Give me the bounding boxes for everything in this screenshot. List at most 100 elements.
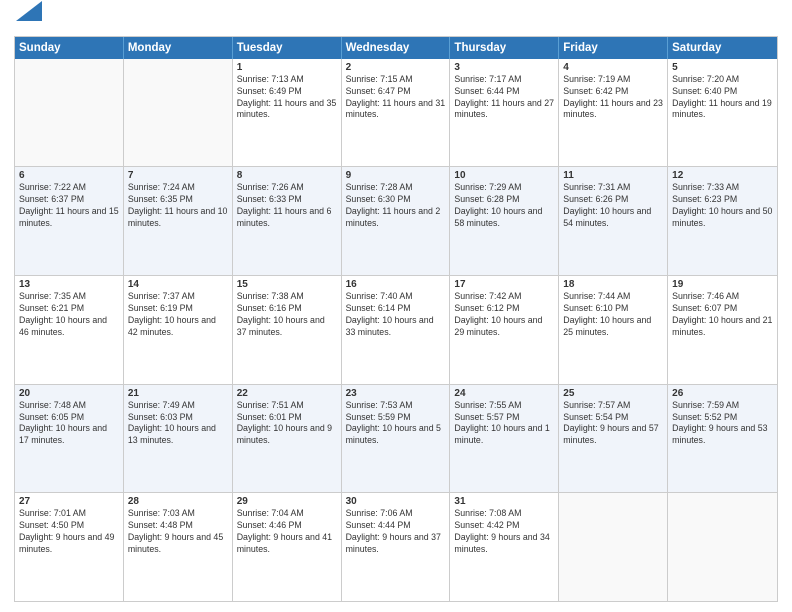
day-header-thursday: Thursday — [450, 37, 559, 59]
sunset-text: Sunset: 5:59 PM — [346, 412, 446, 424]
sunrise-text: Sunrise: 7:55 AM — [454, 400, 554, 412]
daylight-text: Daylight: 10 hours and 21 minutes. — [672, 315, 773, 339]
sunrise-text: Sunrise: 7:24 AM — [128, 182, 228, 194]
sunset-text: Sunset: 6:49 PM — [237, 86, 337, 98]
daylight-text: Daylight: 10 hours and 1 minute. — [454, 423, 554, 447]
daylight-text: Daylight: 10 hours and 33 minutes. — [346, 315, 446, 339]
day-header-monday: Monday — [124, 37, 233, 59]
sunrise-text: Sunrise: 7:08 AM — [454, 508, 554, 520]
day-number: 4 — [563, 62, 663, 73]
sunrise-text: Sunrise: 7:13 AM — [237, 74, 337, 86]
day-number: 20 — [19, 388, 119, 399]
daylight-text: Daylight: 11 hours and 2 minutes. — [346, 206, 446, 230]
day-cell-2: 2Sunrise: 7:15 AMSunset: 6:47 PMDaylight… — [342, 59, 451, 167]
day-number: 27 — [19, 496, 119, 507]
day-cell-11: 11Sunrise: 7:31 AMSunset: 6:26 PMDayligh… — [559, 167, 668, 275]
sunrise-text: Sunrise: 7:49 AM — [128, 400, 228, 412]
sunset-text: Sunset: 6:47 PM — [346, 86, 446, 98]
day-number: 8 — [237, 170, 337, 181]
logo — [14, 10, 42, 30]
daylight-text: Daylight: 10 hours and 46 minutes. — [19, 315, 119, 339]
calendar-row-3: 13Sunrise: 7:35 AMSunset: 6:21 PMDayligh… — [15, 275, 777, 384]
day-cell-29: 29Sunrise: 7:04 AMSunset: 4:46 PMDayligh… — [233, 493, 342, 601]
daylight-text: Daylight: 10 hours and 37 minutes. — [237, 315, 337, 339]
sunset-text: Sunset: 6:23 PM — [672, 194, 773, 206]
day-cell-9: 9Sunrise: 7:28 AMSunset: 6:30 PMDaylight… — [342, 167, 451, 275]
day-cell-17: 17Sunrise: 7:42 AMSunset: 6:12 PMDayligh… — [450, 276, 559, 384]
day-number: 3 — [454, 62, 554, 73]
daylight-text: Daylight: 10 hours and 9 minutes. — [237, 423, 337, 447]
calendar-body: 1Sunrise: 7:13 AMSunset: 6:49 PM Daylight… — [15, 59, 777, 601]
day-cell-3: 3Sunrise: 7:17 AMSunset: 6:44 PMDaylight… — [450, 59, 559, 167]
sunset-text: Sunset: 6:35 PM — [128, 194, 228, 206]
day-number: 2 — [346, 62, 446, 73]
day-cell-1: 1Sunrise: 7:13 AMSunset: 6:49 PMDaylight… — [233, 59, 342, 167]
day-cell-4: 4Sunrise: 7:19 AMSunset: 6:42 PMDaylight… — [559, 59, 668, 167]
daylight-text: Daylight: 9 hours and 57 minutes. — [563, 423, 663, 447]
empty-cell — [668, 493, 777, 601]
day-cell-25: 25Sunrise: 7:57 AMSunset: 5:54 PMDayligh… — [559, 385, 668, 493]
sunset-text: Sunset: 6:28 PM — [454, 194, 554, 206]
day-number: 24 — [454, 388, 554, 399]
sunrise-text: Sunrise: 7:40 AM — [346, 291, 446, 303]
day-cell-12: 12Sunrise: 7:33 AMSunset: 6:23 PMDayligh… — [668, 167, 777, 275]
day-cell-5: 5Sunrise: 7:20 AMSunset: 6:40 PMDaylight… — [668, 59, 777, 167]
day-number: 14 — [128, 279, 228, 290]
sunset-text: Sunset: 5:52 PM — [672, 412, 773, 424]
day-cell-18: 18Sunrise: 7:44 AMSunset: 6:10 PMDayligh… — [559, 276, 668, 384]
day-number: 26 — [672, 388, 773, 399]
day-number: 23 — [346, 388, 446, 399]
day-number: 25 — [563, 388, 663, 399]
sunset-text: Sunset: 6:10 PM — [563, 303, 663, 315]
day-cell-10: 10Sunrise: 7:29 AMSunset: 6:28 PMDayligh… — [450, 167, 559, 275]
sunset-text: Sunset: 6:14 PM — [346, 303, 446, 315]
daylight-text: Daylight: 10 hours and 13 minutes. — [128, 423, 228, 447]
day-cell-13: 13Sunrise: 7:35 AMSunset: 6:21 PMDayligh… — [15, 276, 124, 384]
sunset-text: Sunset: 6:01 PM — [237, 412, 337, 424]
sunset-text: Sunset: 6:05 PM — [19, 412, 119, 424]
day-number: 28 — [128, 496, 228, 507]
empty-cell — [124, 59, 233, 167]
sunset-text: Sunset: 6:33 PM — [237, 194, 337, 206]
day-number: 13 — [19, 279, 119, 290]
sunrise-text: Sunrise: 7:20 AM — [672, 74, 773, 86]
sunrise-text: Sunrise: 7:19 AM — [563, 74, 663, 86]
sunrise-text: Sunrise: 7:51 AM — [237, 400, 337, 412]
sunrise-text: Sunrise: 7:46 AM — [672, 291, 773, 303]
sunset-text: Sunset: 6:16 PM — [237, 303, 337, 315]
day-header-friday: Friday — [559, 37, 668, 59]
day-cell-14: 14Sunrise: 7:37 AMSunset: 6:19 PMDayligh… — [124, 276, 233, 384]
daylight-text: Daylight: 11 hours and 31 minutes. — [346, 98, 446, 122]
daylight-text: Daylight: 10 hours and 25 minutes. — [563, 315, 663, 339]
day-number: 11 — [563, 170, 663, 181]
sunrise-text: Sunrise: 7:03 AM — [128, 508, 228, 520]
day-cell-23: 23Sunrise: 7:53 AMSunset: 5:59 PMDayligh… — [342, 385, 451, 493]
page: SundayMondayTuesdayWednesdayThursdayFrid… — [0, 0, 792, 612]
sunrise-text: Sunrise: 7:59 AM — [672, 400, 773, 412]
daylight-text: Daylight: 10 hours and 54 minutes. — [563, 206, 663, 230]
calendar-header: SundayMondayTuesdayWednesdayThursdayFrid… — [15, 37, 777, 59]
sunset-text: Sunset: 6:19 PM — [128, 303, 228, 315]
daylight-text: Daylight: 11 hours and 19 minutes. — [672, 98, 773, 122]
sunset-text: Sunset: 4:42 PM — [454, 520, 554, 532]
sunset-text: Sunset: 6:40 PM — [672, 86, 773, 98]
sunrise-text: Sunrise: 7:42 AM — [454, 291, 554, 303]
sunset-text: Sunset: 6:44 PM — [454, 86, 554, 98]
calendar-row-4: 20Sunrise: 7:48 AMSunset: 6:05 PMDayligh… — [15, 384, 777, 493]
day-cell-20: 20Sunrise: 7:48 AMSunset: 6:05 PMDayligh… — [15, 385, 124, 493]
daylight-text: Daylight: 11 hours and 15 minutes. — [19, 206, 119, 230]
sunrise-text: Sunrise: 7:37 AM — [128, 291, 228, 303]
sunrise-text: Sunrise: 7:26 AM — [237, 182, 337, 194]
day-number: 1 — [237, 62, 337, 73]
day-number: 12 — [672, 170, 773, 181]
daylight-text: Daylight: 10 hours and 17 minutes. — [19, 423, 119, 447]
day-cell-27: 27Sunrise: 7:01 AMSunset: 4:50 PMDayligh… — [15, 493, 124, 601]
daylight-text: Daylight: 11 hours and 6 minutes. — [237, 206, 337, 230]
sunrise-text: Sunrise: 7:15 AM — [346, 74, 446, 86]
daylight-text: Daylight: 10 hours and 29 minutes. — [454, 315, 554, 339]
empty-cell — [15, 59, 124, 167]
sunrise-text: Sunrise: 7:57 AM — [563, 400, 663, 412]
day-cell-21: 21Sunrise: 7:49 AMSunset: 6:03 PMDayligh… — [124, 385, 233, 493]
sunrise-text: Sunrise: 7:44 AM — [563, 291, 663, 303]
day-cell-15: 15Sunrise: 7:38 AMSunset: 6:16 PMDayligh… — [233, 276, 342, 384]
